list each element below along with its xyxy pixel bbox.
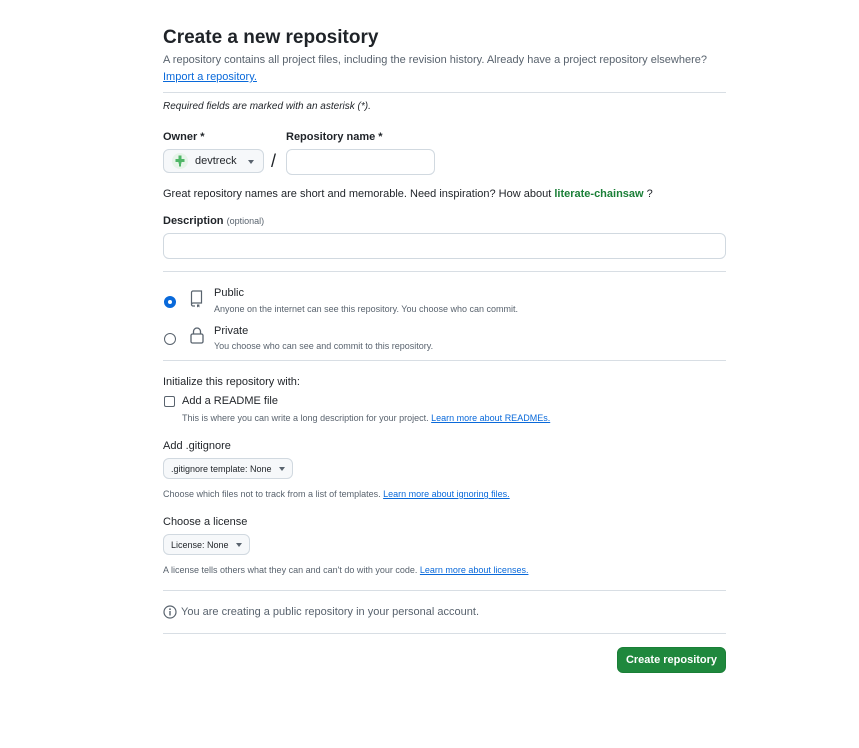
gitignore-select-label: .gitignore template: None bbox=[171, 463, 272, 474]
repo-icon bbox=[190, 290, 203, 308]
readme-checkbox[interactable] bbox=[164, 396, 175, 407]
chevron-down-icon bbox=[248, 160, 254, 164]
gitignore-description: Choose which files not to track from a l… bbox=[163, 489, 510, 499]
private-label: Private bbox=[214, 325, 249, 337]
owner-repo-separator: / bbox=[271, 151, 277, 171]
license-heading: Choose a license bbox=[163, 516, 248, 528]
create-repository-button[interactable]: Create repository bbox=[617, 647, 726, 673]
divider bbox=[163, 633, 726, 634]
readme-learn-more-link[interactable]: Learn more about READMEs. bbox=[431, 413, 550, 423]
divider bbox=[163, 92, 726, 93]
readme-description-text: This is where you can write a long descr… bbox=[182, 413, 429, 423]
suggestion-end: ? bbox=[646, 188, 653, 200]
suggestion-text: Great repository names are short and mem… bbox=[163, 188, 552, 200]
license-select[interactable]: License: None bbox=[163, 534, 250, 555]
import-repository-link[interactable]: Import a repository. bbox=[163, 71, 257, 83]
info-note-text: You are creating a public repository in … bbox=[181, 606, 479, 618]
private-radio[interactable] bbox=[164, 333, 176, 345]
gitignore-description-text: Choose which files not to track from a l… bbox=[163, 489, 381, 499]
license-description: A license tells others what they can and… bbox=[163, 565, 528, 575]
license-description-text: A license tells others what they can and… bbox=[163, 565, 418, 575]
gitignore-template-select[interactable]: .gitignore template: None bbox=[163, 458, 293, 479]
description-label: Description (optional) bbox=[163, 215, 264, 227]
description-label-text: Description bbox=[163, 215, 224, 227]
repository-name-input[interactable] bbox=[286, 149, 435, 175]
gitignore-learn-more-link[interactable]: Learn more about ignoring files. bbox=[383, 489, 510, 499]
avatar bbox=[172, 153, 188, 169]
page-title: Create a new repository bbox=[163, 27, 379, 48]
readme-label: Add a README file bbox=[182, 395, 278, 407]
required-fields-note: Required fields are marked with an aster… bbox=[163, 101, 371, 112]
lock-icon bbox=[190, 327, 204, 344]
owner-avatar-icon bbox=[175, 155, 185, 167]
page-subtitle: A repository contains all project files,… bbox=[163, 54, 707, 66]
owner-select-button[interactable]: devtreck bbox=[163, 149, 264, 173]
license-learn-more-link[interactable]: Learn more about licenses. bbox=[420, 565, 529, 575]
description-optional: (optional) bbox=[226, 216, 265, 226]
name-suggestion: Great repository names are short and mem… bbox=[163, 188, 653, 200]
repo-name-label: Repository name * bbox=[286, 131, 383, 143]
divider bbox=[163, 360, 726, 361]
divider bbox=[163, 271, 726, 272]
divider bbox=[163, 590, 726, 591]
license-select-label: License: None bbox=[171, 539, 229, 550]
gitignore-heading: Add .gitignore bbox=[163, 440, 231, 452]
public-description: Anyone on the internet can see this repo… bbox=[214, 304, 519, 314]
owner-name: devtreck bbox=[195, 155, 237, 167]
chevron-down-icon bbox=[235, 542, 242, 547]
visibility-info-note: You are creating a public repository in … bbox=[163, 605, 479, 619]
initialize-heading: Initialize this repository with: bbox=[163, 376, 300, 388]
public-label: Public bbox=[214, 287, 244, 299]
info-icon bbox=[163, 605, 177, 619]
description-input[interactable] bbox=[163, 233, 726, 259]
owner-label: Owner * bbox=[163, 131, 205, 143]
suggested-name[interactable]: literate-chainsaw bbox=[554, 188, 643, 200]
private-description: You choose who can see and commit to thi… bbox=[214, 341, 434, 351]
public-radio[interactable] bbox=[164, 296, 176, 308]
readme-description: This is where you can write a long descr… bbox=[182, 413, 550, 423]
chevron-down-icon bbox=[278, 466, 285, 471]
